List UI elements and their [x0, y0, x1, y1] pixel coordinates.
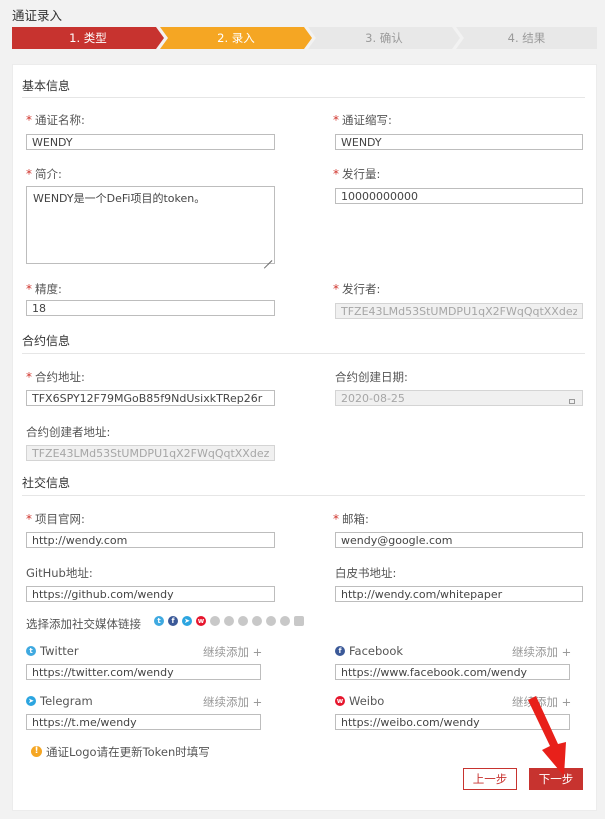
prev-button[interactable]: 上一步	[463, 768, 517, 790]
twitter-label: Twitter	[40, 644, 79, 658]
facebook-label: Facebook	[349, 644, 404, 658]
contract-date-label: 合约创建日期:	[335, 370, 408, 384]
social-icon[interactable]	[280, 616, 290, 626]
supply-label: * 发行量:	[333, 167, 381, 181]
whitepaper-label: 白皮书地址:	[335, 566, 397, 580]
required-mark: *	[333, 512, 339, 526]
required-mark: *	[333, 167, 339, 181]
website-input[interactable]	[26, 532, 275, 548]
facebook-add-more[interactable]: 继续添加 +	[512, 644, 571, 660]
whitepaper-input[interactable]	[335, 586, 583, 602]
section-title-social: 社交信息	[22, 476, 71, 490]
section-title-contract: 合约信息	[22, 334, 71, 348]
telegram-input[interactable]	[26, 714, 261, 730]
logo-note: 通证Logo请在更新Token时填写	[46, 745, 210, 759]
twitter-add-more[interactable]: 继续添加 +	[203, 644, 262, 660]
required-mark: *	[26, 113, 32, 127]
contract-date-input	[335, 390, 583, 406]
telegram-icon: ➤	[26, 696, 36, 706]
resize-handle[interactable]	[262, 251, 272, 261]
facebook-input[interactable]	[335, 664, 570, 680]
contract-creator-label: 合约创建者地址:	[26, 425, 111, 439]
section-divider	[22, 495, 585, 496]
intro-label: * 简介:	[26, 167, 62, 181]
calendar-icon	[569, 399, 575, 404]
social-icon[interactable]	[210, 616, 220, 626]
token-symbol-input[interactable]	[335, 134, 583, 150]
exclamation-icon: !	[31, 746, 42, 757]
section-divider	[22, 97, 585, 98]
email-input[interactable]	[335, 532, 583, 548]
required-mark: *	[26, 167, 32, 181]
token-symbol-label: * 通证缩写:	[333, 113, 392, 127]
intro-textarea[interactable]: WENDY是一个DeFi项目的token。	[26, 186, 275, 264]
email-label: * 邮箱:	[333, 512, 369, 526]
step-result: 4. 结果	[456, 27, 597, 49]
step-confirm: 3. 确认	[308, 27, 460, 49]
required-mark: *	[26, 282, 32, 296]
precision-input[interactable]	[26, 300, 275, 316]
telegram-label: Telegram	[40, 694, 93, 708]
contract-creator-input	[26, 445, 275, 461]
red-arrow-annotation	[528, 696, 566, 776]
required-mark: *	[333, 282, 339, 296]
twitter-input[interactable]	[26, 664, 261, 680]
weibo-label: Weibo	[349, 694, 385, 708]
section-divider	[22, 353, 585, 354]
contract-address-input[interactable]	[26, 390, 275, 406]
supply-input[interactable]	[335, 188, 583, 204]
step-type: 1. 类型	[12, 27, 164, 49]
token-name-label: * 通证名称:	[26, 113, 85, 127]
facebook-icon[interactable]: f	[168, 616, 178, 626]
social-icon[interactable]	[266, 616, 276, 626]
telegram-add-more[interactable]: 继续添加 +	[203, 694, 262, 710]
step-input: 2. 录入	[160, 27, 312, 49]
social-icon[interactable]	[238, 616, 248, 626]
social-select-label: 选择添加社交媒体链接	[26, 617, 141, 631]
twitter-icon[interactable]: t	[154, 616, 164, 626]
page-title: 通证录入	[12, 8, 63, 23]
telegram-icon[interactable]: ➤	[182, 616, 192, 626]
weibo-icon[interactable]: w	[196, 616, 206, 626]
website-label: * 项目官网:	[26, 512, 85, 526]
weibo-icon: w	[335, 696, 345, 706]
issuer-label: * 发行者:	[333, 282, 381, 296]
required-mark: *	[26, 512, 32, 526]
step-progress: 1. 类型 2. 录入 3. 确认 4. 结果	[12, 27, 597, 49]
precision-label: * 精度:	[26, 282, 62, 296]
social-icon[interactable]	[224, 616, 234, 626]
social-icon[interactable]	[252, 616, 262, 626]
github-label: GitHub地址:	[26, 566, 93, 580]
token-name-input[interactable]	[26, 134, 275, 150]
required-mark: *	[26, 370, 32, 384]
contract-address-label: * 合约地址:	[26, 370, 85, 384]
section-title-basic: 基本信息	[22, 79, 71, 93]
facebook-icon: f	[335, 646, 345, 656]
twitter-icon: t	[26, 646, 36, 656]
issuer-input	[335, 303, 583, 319]
social-icon[interactable]	[294, 616, 304, 626]
github-input[interactable]	[26, 586, 275, 602]
required-mark: *	[333, 113, 339, 127]
